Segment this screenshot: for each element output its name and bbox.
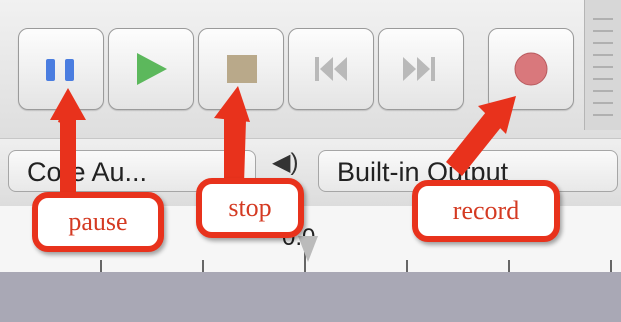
annotation-arrows	[50, 86, 516, 196]
pause-callout: pause	[32, 192, 164, 252]
record-callout: record	[412, 180, 560, 242]
stop-callout: stop	[196, 178, 304, 238]
